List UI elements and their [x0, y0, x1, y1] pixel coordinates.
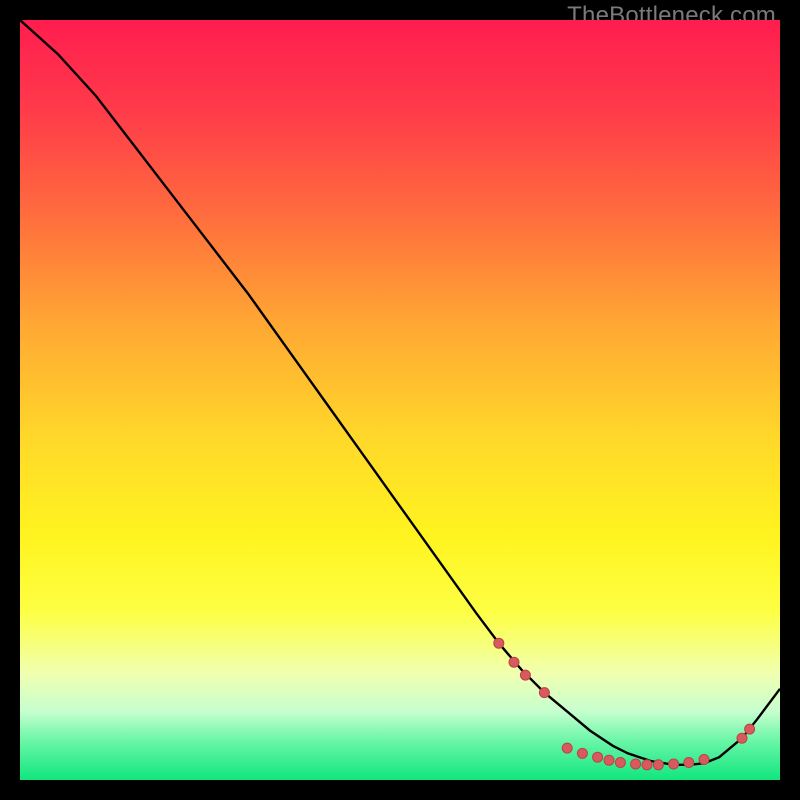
- marker-point: [669, 759, 679, 769]
- marker-point: [699, 754, 709, 764]
- marker-point: [520, 670, 530, 680]
- marker-point: [562, 743, 572, 753]
- marker-point: [509, 657, 519, 667]
- chart-frame: [20, 20, 780, 780]
- marker-point: [577, 748, 587, 758]
- marker-point: [593, 752, 603, 762]
- marker-point: [604, 755, 614, 765]
- marker-point: [642, 760, 652, 770]
- marker-point: [631, 759, 641, 769]
- marker-point: [539, 688, 549, 698]
- chart-svg: [20, 20, 780, 780]
- marker-point: [494, 638, 504, 648]
- marker-point: [615, 758, 625, 768]
- marker-point: [737, 733, 747, 743]
- marker-point: [653, 760, 663, 770]
- marker-point: [684, 758, 694, 768]
- marker-point: [745, 724, 755, 734]
- chart-background: [20, 20, 780, 780]
